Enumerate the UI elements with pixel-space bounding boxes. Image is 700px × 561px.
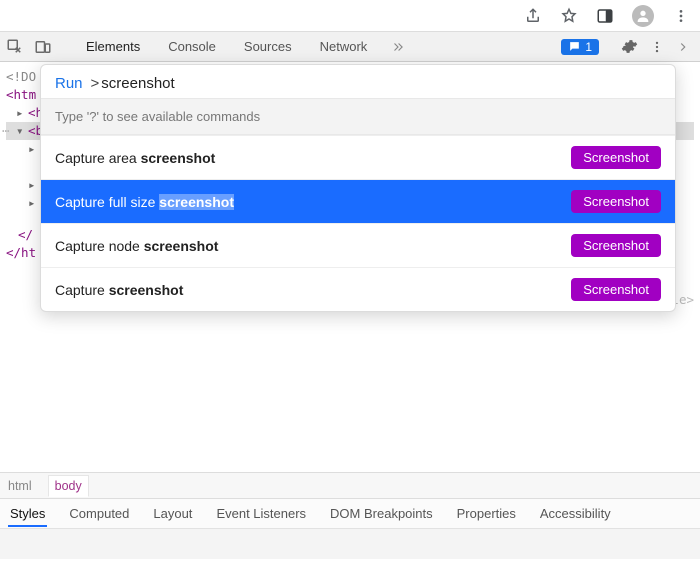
dom-html-open: <htm (6, 86, 36, 104)
category-badge: Screenshot (571, 278, 661, 301)
tab-console[interactable]: Console (156, 33, 228, 60)
tab-layout[interactable]: Layout (151, 500, 194, 527)
styles-tabbar: Styles Computed Layout Event Listeners D… (0, 498, 700, 528)
devtools-tabbar: Elements Console Sources Network 1 (0, 32, 700, 62)
device-toggle-icon[interactable] (34, 38, 52, 56)
tab-styles[interactable]: Styles (8, 500, 47, 527)
command-item[interactable]: Capture area screenshot Screenshot (41, 135, 675, 179)
tab-accessibility[interactable]: Accessibility (538, 500, 613, 527)
inspect-icon[interactable] (6, 38, 24, 56)
tab-event-listeners[interactable]: Event Listeners (214, 500, 308, 527)
command-hint: Type '?' to see available commands (41, 98, 675, 135)
share-icon[interactable] (524, 7, 542, 25)
dom-body-close: </ (18, 226, 33, 244)
dom-doctype: <!DO (6, 68, 36, 86)
issues-badge[interactable]: 1 (561, 39, 599, 55)
dom-html-close: </ht (6, 244, 36, 262)
browser-toolbar (0, 0, 700, 32)
side-panel-icon[interactable] (596, 7, 614, 25)
command-input[interactable]: >screenshot (91, 75, 661, 92)
command-item[interactable]: Capture screenshot Screenshot (41, 267, 675, 311)
command-menu: Run >screenshot Type '?' to see availabl… (40, 64, 676, 312)
more-tabs-icon[interactable] (383, 36, 413, 58)
browser-menu-icon[interactable] (672, 7, 690, 25)
styles-content (0, 528, 700, 559)
command-items: Capture area screenshot Screenshot Captu… (41, 135, 675, 311)
tab-network[interactable]: Network (308, 33, 380, 60)
category-badge: Screenshot (571, 234, 661, 257)
elements-panel: <!DO <htm ▸<h ⋯▾<b ▸ ▸ ▸ </ </ht le> Run… (0, 62, 700, 472)
command-item[interactable]: Capture node screenshot Screenshot (41, 223, 675, 267)
bookmark-star-icon[interactable] (560, 7, 578, 25)
breadcrumb-html[interactable]: html (8, 479, 32, 493)
tab-properties[interactable]: Properties (455, 500, 518, 527)
breadcrumb-body[interactable]: body (48, 475, 89, 497)
chevron-right-icon[interactable] (672, 36, 694, 58)
command-item[interactable]: Capture full size screenshot Screenshot (41, 179, 675, 223)
devtools-menu-icon[interactable] (646, 36, 668, 58)
category-badge: Screenshot (571, 190, 661, 213)
profile-avatar-icon[interactable] (632, 5, 654, 27)
settings-gear-icon[interactable] (617, 34, 642, 59)
category-badge: Screenshot (571, 146, 661, 169)
command-prefix: > (91, 75, 100, 92)
breadcrumb: html body (0, 472, 700, 498)
run-label: Run (55, 75, 83, 92)
command-query: screenshot (101, 75, 174, 92)
tab-dom-breakpoints[interactable]: DOM Breakpoints (328, 500, 435, 527)
issues-count: 1 (585, 40, 592, 54)
tab-sources[interactable]: Sources (232, 33, 304, 60)
tab-elements[interactable]: Elements (74, 33, 152, 60)
tab-computed[interactable]: Computed (67, 500, 131, 527)
